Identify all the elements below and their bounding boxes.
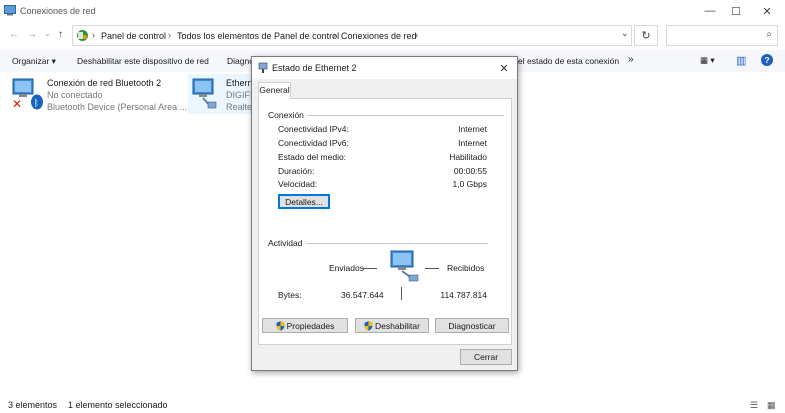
speed-value: 1,0 Gbps — [452, 179, 488, 189]
close-window-button[interactable]: ✕ — [752, 0, 782, 22]
bytes-sent-value: 36.547.644 — [341, 290, 384, 300]
network-adapter-icon: ✕ ᛒ — [12, 78, 43, 110]
disable-label: Deshabilitar — [375, 320, 420, 331]
refresh-button[interactable]: ↻ — [634, 25, 658, 46]
duration-value: 00:00:55 — [453, 166, 487, 176]
connection-group-title: Conexión — [268, 110, 307, 120]
ipv4-value: Internet — [458, 124, 487, 134]
disable-device-button[interactable]: Deshabilitar este dispositivo de red — [77, 56, 209, 66]
search-icon: ⌕ — [766, 29, 772, 40]
breadcrumb-all-items[interactable]: Todos los elementos de Panel de control — [177, 31, 339, 41]
disable-button[interactable]: Deshabilitar — [355, 318, 429, 333]
window-title: Conexiones de red — [20, 6, 96, 16]
breadcrumb-separator: › — [415, 30, 418, 40]
media-state-value: Habilitado — [449, 152, 487, 162]
maximize-button[interactable]: ☐ — [721, 0, 751, 22]
activity-group-title: Actividad — [268, 238, 306, 248]
network-icon — [258, 62, 268, 73]
general-tab-panel: Conexión Conectividad IPv4: Internet Con… — [258, 98, 512, 345]
breadcrumb-network-connections[interactable]: Conexiones de red — [341, 31, 417, 41]
properties-label: Propiedades — [286, 320, 335, 331]
more-commands-button[interactable]: » — [628, 54, 634, 65]
shield-icon — [276, 320, 285, 331]
svg-text:ᛒ: ᛒ — [34, 98, 39, 109]
large-icons-view-icon[interactable]: ▦ — [767, 400, 776, 411]
address-dropdown-chevron-icon[interactable]: ⌄ — [621, 28, 629, 39]
network-adapter-icon — [192, 78, 217, 109]
breadcrumb-control-panel[interactable]: Panel de control — [101, 31, 166, 41]
control-panel-icon — [77, 30, 88, 41]
recent-locations-chevron-icon[interactable]: ⌄ — [44, 29, 51, 38]
diagnose-button[interactable]: Diagnosticar — [435, 318, 509, 333]
dialog-title: Estado de Ethernet 2 — [272, 63, 357, 73]
dialog-close-icon[interactable]: ✕ — [496, 59, 512, 77]
details-view-icon[interactable]: ☰ — [750, 400, 758, 411]
change-view-button[interactable]: ▦ ▾ — [700, 55, 715, 66]
organize-menu-button[interactable]: Organizar ▾ — [12, 56, 56, 67]
selection-count: 1 elemento seleccionado — [68, 400, 168, 410]
ethernet-status-dialog: Estado de Ethernet 2 ✕ General Conexión … — [251, 56, 518, 371]
network-folder-icon — [4, 5, 16, 16]
shield-icon — [364, 320, 373, 331]
connection-item-ethernet[interactable]: Etherne DIGIFIE Realtek — [188, 74, 259, 114]
ipv4-label: Conectividad IPv4: — [278, 124, 349, 134]
close-dialog-button[interactable]: Cerrar — [460, 349, 512, 365]
item-count: 3 elementos — [8, 400, 58, 410]
up-button[interactable]: ↑ — [58, 29, 63, 40]
ipv6-label: Conectividad IPv6: — [278, 138, 349, 148]
properties-button[interactable]: Propiedades — [262, 318, 348, 333]
forward-button[interactable]: → — [27, 29, 37, 40]
ipv6-value: Internet — [458, 138, 487, 148]
bytes-label: Bytes: — [278, 290, 302, 300]
bytes-received-value: 114.787.814 — [440, 290, 487, 300]
breadcrumb-separator: › — [168, 30, 171, 40]
details-button[interactable]: Detalles... — [278, 194, 330, 209]
window-titlebar: Conexiones de red — ☐ ✕ — [0, 0, 785, 22]
network-activity-icon — [390, 250, 419, 282]
preview-pane-button[interactable]: ▥ — [736, 54, 746, 67]
address-row: ← → ⌄ ↑ › Panel de control › Todos los e… — [0, 22, 785, 48]
tab-general[interactable]: General — [258, 82, 291, 99]
dialog-titlebar: Estado de Ethernet 2 ✕ — [252, 57, 517, 79]
back-button[interactable]: ← — [9, 29, 19, 40]
connection-device: Bluetooth Device (Personal Area ... — [47, 102, 188, 112]
received-dash — [425, 268, 439, 269]
address-bar[interactable]: › Panel de control › Todos los elementos… — [72, 25, 632, 46]
status-bar: 3 elementos 1 elemento seleccionado ☰ ▦ — [0, 397, 785, 413]
search-input[interactable]: ⌕ — [666, 25, 778, 46]
sent-dash — [363, 268, 377, 269]
svg-text:✕: ✕ — [12, 97, 22, 110]
connection-state: No conectado — [47, 90, 103, 100]
breadcrumb-separator: › — [333, 30, 336, 40]
duration-label: Duración: — [278, 166, 315, 176]
received-label: Recibidos — [447, 263, 485, 273]
breadcrumb-separator: › — [92, 30, 95, 40]
connection-name: Conexión de red Bluetooth 2 — [47, 78, 162, 88]
connection-item-bluetooth[interactable]: ✕ ᛒ Conexión de red Bluetooth 2 No conec… — [12, 74, 192, 114]
help-button[interactable]: ? — [761, 54, 773, 66]
speed-label: Velocidad: — [278, 179, 318, 189]
media-state-label: Estado del medio: — [278, 152, 347, 162]
bytes-divider — [401, 287, 402, 300]
diagnose-connection-button[interactable]: Diagno — [227, 56, 254, 66]
view-status-button[interactable]: el estado de esta conexión — [518, 56, 619, 66]
sent-label: Enviados — [329, 263, 364, 273]
